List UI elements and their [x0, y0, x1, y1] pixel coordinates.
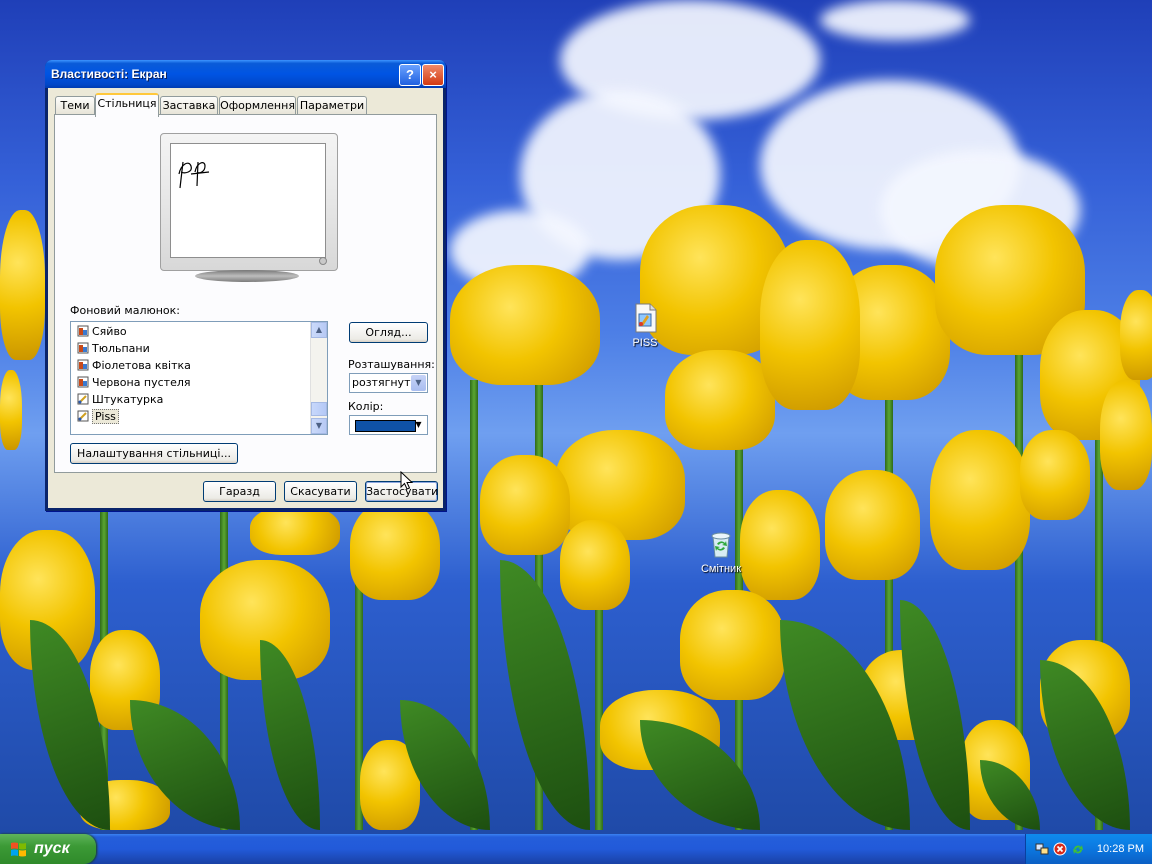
background-label: Фоновий малюнок:: [70, 304, 180, 317]
security-alert-icon[interactable]: [1053, 842, 1067, 856]
tulip-flower: [350, 500, 440, 600]
bitmap-icon: [77, 359, 89, 371]
position-select[interactable]: розтягнути ▼: [349, 373, 428, 393]
network-icon[interactable]: [1035, 842, 1049, 856]
update-icon[interactable]: [1071, 842, 1085, 856]
bitmap-icon: [77, 376, 89, 388]
color-swatch: [355, 420, 416, 432]
paint-icon: [77, 410, 89, 422]
desktop-icon-label: Смітник: [700, 563, 742, 575]
tab-settings[interactable]: Параметри: [297, 96, 367, 115]
background-listbox[interactable]: Сяйво Тюльпани Фіолетова квітка Червона …: [70, 321, 328, 435]
tulip-flower: [250, 505, 340, 555]
window-title: Властивості: Екран: [51, 67, 167, 81]
tulip-flower: [1100, 380, 1152, 490]
tulip-flower: [665, 350, 775, 450]
tab-themes[interactable]: Теми: [55, 96, 95, 115]
browse-button[interactable]: Огляд...: [349, 322, 428, 343]
tulip-flower: [450, 265, 600, 385]
tab-appearance[interactable]: Оформлення: [219, 96, 296, 115]
tulip-leaf: [900, 600, 970, 830]
list-item[interactable]: Сяйво: [77, 324, 127, 340]
tulip-flower: [0, 370, 22, 450]
monitor-power-led: [319, 257, 327, 265]
color-label: Колір:: [348, 400, 384, 413]
title-bar[interactable]: Властивості: Екран ? ×: [45, 60, 446, 88]
tulip-flower: [480, 455, 570, 555]
list-item[interactable]: Штукатурка: [77, 392, 163, 408]
color-picker[interactable]: ▼: [349, 415, 428, 435]
list-item[interactable]: Фіолетова квітка: [77, 358, 191, 374]
desktop-icon-label: PISS: [632, 337, 658, 349]
bitmap-icon: [77, 342, 89, 354]
tulip-flower: [560, 520, 630, 610]
tulip-flower: [0, 210, 45, 360]
position-value: розтягнути: [352, 376, 418, 389]
scrollbar-thumb[interactable]: [311, 402, 327, 416]
cloud: [820, 0, 970, 40]
paint-icon: [77, 393, 89, 405]
tulip-flower: [555, 430, 685, 540]
tulip-flower: [1120, 290, 1152, 380]
monitor-stand: [195, 270, 299, 282]
tulip-flower: [760, 240, 860, 410]
mouse-cursor-icon: [400, 471, 414, 490]
chevron-down-icon[interactable]: ▼: [411, 375, 426, 391]
windows-logo-icon: [11, 842, 26, 857]
clock: 10:28 PM: [1096, 843, 1144, 855]
tulip-flower: [680, 590, 785, 700]
tab-screensaver[interactable]: Заставка: [160, 96, 218, 115]
system-tray: 10:28 PM: [1025, 834, 1152, 864]
monitor-preview: [160, 133, 338, 271]
desktop-icon-recycle-bin[interactable]: Смітник: [686, 528, 756, 575]
cancel-button[interactable]: Скасувати: [284, 481, 357, 502]
bitmap-icon: [77, 325, 89, 337]
display-properties-dialog: Властивості: Екран ? × Теми Стільниця За…: [45, 60, 446, 511]
dialog-body: Теми Стільниця Заставка Оформлення Парам…: [48, 88, 443, 508]
customize-desktop-button[interactable]: Налаштування стільниці...: [70, 443, 238, 464]
tab-panel-desktop: Фоновий малюнок: Сяйво Тюльпани Фіолетов…: [54, 114, 437, 473]
preview-screen: [170, 143, 326, 258]
listbox-scrollbar[interactable]: ▲ ▼: [310, 322, 327, 434]
close-button[interactable]: ×: [422, 64, 444, 86]
image-file-icon: [629, 302, 661, 334]
scroll-up-arrow-icon[interactable]: ▲: [311, 322, 327, 338]
desktop-icon-piss[interactable]: PISS: [610, 302, 680, 349]
tulip-flower: [825, 470, 920, 580]
position-label: Розташування:: [348, 358, 435, 371]
tulip-flower: [930, 430, 1030, 570]
tulip-flower: [1020, 430, 1090, 520]
tab-desktop[interactable]: Стільниця: [95, 93, 159, 117]
ok-button[interactable]: Гаразд: [203, 481, 276, 502]
list-item[interactable]: Червона пустеля: [77, 375, 191, 391]
list-item[interactable]: Тюльпани: [77, 341, 150, 357]
chevron-down-icon[interactable]: ▼: [411, 417, 426, 433]
help-button[interactable]: ?: [399, 64, 421, 86]
list-item-selected[interactable]: Piss: [77, 409, 119, 425]
recycle-bin-icon: [705, 528, 737, 560]
scroll-down-arrow-icon[interactable]: ▼: [311, 418, 327, 434]
start-button[interactable]: пуск: [0, 834, 96, 864]
preview-handwriting: [178, 161, 210, 189]
start-label: пуск: [34, 840, 70, 857]
taskbar: пуск 10:28 PM: [0, 834, 1152, 864]
